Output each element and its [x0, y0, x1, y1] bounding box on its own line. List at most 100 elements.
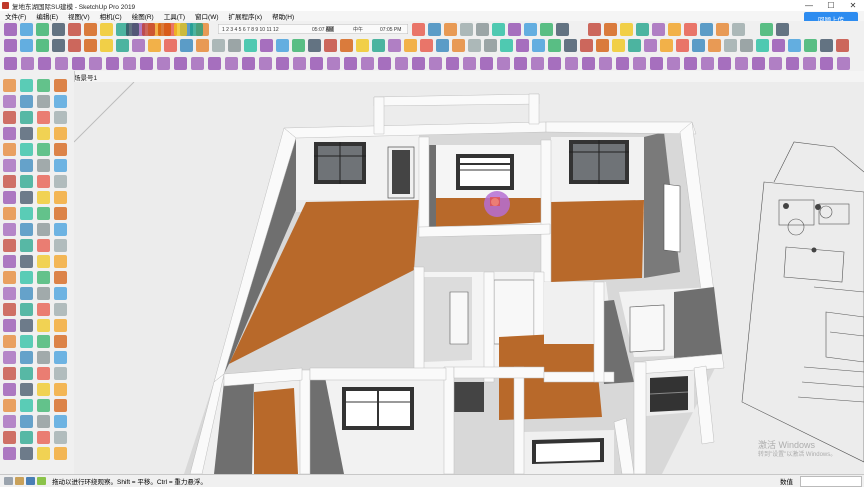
shadow-slider-bar[interactable]: 1 2 3 4 5 6 7 8 9 10 11 12 05:07 AM 中午 0…	[217, 23, 409, 35]
toolbar-tool-icon[interactable]	[476, 23, 489, 36]
left-tool-icon[interactable]	[20, 367, 33, 380]
toolbar-tool-icon[interactable]	[340, 39, 353, 52]
left-tool-icon[interactable]	[37, 127, 50, 140]
left-tool-icon[interactable]	[54, 127, 67, 140]
toolbar-tool-icon[interactable]	[404, 39, 417, 52]
left-tool-icon[interactable]	[3, 447, 16, 460]
toolbar-tool-icon[interactable]	[361, 57, 374, 70]
toolbar-tool-icon[interactable]	[752, 57, 765, 70]
left-tool-icon[interactable]	[54, 143, 67, 156]
toolbar-tool-icon[interactable]	[420, 39, 433, 52]
model-viewport[interactable]	[74, 82, 864, 474]
toolbar-tool-icon[interactable]	[356, 39, 369, 52]
toolbar-tool-icon[interactable]	[804, 39, 817, 52]
toolbar-tool-icon[interactable]	[20, 23, 33, 36]
toolbar-tool-icon[interactable]	[620, 23, 633, 36]
left-tool-icon[interactable]	[54, 223, 67, 236]
floor-plan-3d-model[interactable]	[74, 82, 864, 474]
toolbar-tool-icon[interactable]	[276, 57, 289, 70]
left-tool-icon[interactable]	[54, 207, 67, 220]
toolbar-tool-icon[interactable]	[463, 57, 476, 70]
close-button[interactable]: ✕	[842, 0, 864, 11]
left-tool-icon[interactable]	[3, 335, 16, 348]
left-tool-icon[interactable]	[20, 239, 33, 252]
left-tool-icon[interactable]	[20, 191, 33, 204]
toolbar-tool-icon[interactable]	[492, 23, 505, 36]
toolbar-tool-icon[interactable]	[242, 57, 255, 70]
left-tool-icon[interactable]	[37, 159, 50, 172]
toolbar-tool-icon[interactable]	[244, 39, 257, 52]
left-tool-icon[interactable]	[3, 399, 16, 412]
toolbar-tool-icon[interactable]	[684, 23, 697, 36]
toolbar-tool-icon[interactable]	[500, 39, 513, 52]
left-tool-icon[interactable]	[37, 239, 50, 252]
toolbar-tool-icon[interactable]	[676, 39, 689, 52]
toolbar-tool-icon[interactable]	[633, 57, 646, 70]
toolbar-tool-icon[interactable]	[444, 23, 457, 36]
toolbar-tool-icon[interactable]	[484, 39, 497, 52]
user-account-icon[interactable]	[26, 477, 35, 485]
toolbar-tool-icon[interactable]	[701, 57, 714, 70]
left-tool-icon[interactable]	[20, 447, 33, 460]
toolbar-tool-icon[interactable]	[157, 57, 170, 70]
toolbar-tool-icon[interactable]	[158, 23, 171, 36]
toolbar-tool-icon[interactable]	[68, 23, 81, 36]
toolbar-tool-icon[interactable]	[4, 39, 17, 52]
toolbar-tool-icon[interactable]	[667, 57, 680, 70]
toolbar-tool-icon[interactable]	[228, 39, 241, 52]
toolbar-tool-icon[interactable]	[142, 23, 155, 36]
left-tool-icon[interactable]	[3, 111, 16, 124]
left-tool-icon[interactable]	[3, 303, 16, 316]
toolbar-tool-icon[interactable]	[428, 23, 441, 36]
toolbar-tool-icon[interactable]	[636, 23, 649, 36]
toolbar-tool-icon[interactable]	[89, 57, 102, 70]
left-tool-icon[interactable]	[3, 431, 16, 444]
left-tool-icon[interactable]	[3, 319, 16, 332]
toolbar-tool-icon[interactable]	[123, 57, 136, 70]
toolbar-tool-icon[interactable]	[588, 23, 601, 36]
toolbar-tool-icon[interactable]	[599, 57, 612, 70]
left-tool-icon[interactable]	[37, 367, 50, 380]
toolbar-tool-icon[interactable]	[446, 57, 459, 70]
toolbar-tool-icon[interactable]	[412, 57, 425, 70]
left-tool-icon[interactable]	[37, 271, 50, 284]
left-tool-icon[interactable]	[54, 255, 67, 268]
left-tool-icon[interactable]	[20, 223, 33, 236]
toolbar-tool-icon[interactable]	[788, 39, 801, 52]
measurements-input[interactable]	[800, 476, 862, 487]
toolbar-tool-icon[interactable]	[836, 39, 849, 52]
left-tool-icon[interactable]	[54, 335, 67, 348]
toolbar-tool-icon[interactable]	[612, 39, 625, 52]
menu-window[interactable]: 窗口(W)	[190, 11, 223, 21]
toolbar-tool-icon[interactable]	[174, 23, 187, 36]
toolbar-tool-icon[interactable]	[412, 23, 425, 36]
toolbar-tool-icon[interactable]	[148, 39, 161, 52]
toolbar-tool-icon[interactable]	[735, 57, 748, 70]
toolbar-tool-icon[interactable]	[84, 39, 97, 52]
left-tool-icon[interactable]	[37, 383, 50, 396]
left-tool-icon[interactable]	[3, 159, 16, 172]
left-tool-icon[interactable]	[3, 415, 16, 428]
left-tool-icon[interactable]	[3, 79, 16, 92]
left-tool-icon[interactable]	[54, 159, 67, 172]
toolbar-tool-icon[interactable]	[259, 57, 272, 70]
toolbar-tool-icon[interactable]	[516, 39, 529, 52]
toolbar-tool-icon[interactable]	[556, 23, 569, 36]
toolbar-tool-icon[interactable]	[208, 57, 221, 70]
left-tool-icon[interactable]	[3, 367, 16, 380]
sketchup-app-icon[interactable]	[2, 2, 9, 9]
left-tool-icon[interactable]	[37, 111, 50, 124]
toolbar-tool-icon[interactable]	[565, 57, 578, 70]
toolbar-tool-icon[interactable]	[460, 23, 473, 36]
toolbar-tool-icon[interactable]	[756, 39, 769, 52]
left-tool-icon[interactable]	[37, 415, 50, 428]
left-tool-icon[interactable]	[54, 399, 67, 412]
toolbar-tool-icon[interactable]	[180, 39, 193, 52]
toolbar-tool-icon[interactable]	[140, 57, 153, 70]
left-tool-icon[interactable]	[20, 79, 33, 92]
toolbar-tool-icon[interactable]	[803, 57, 816, 70]
left-tool-icon[interactable]	[37, 255, 50, 268]
toolbar-tool-icon[interactable]	[429, 57, 442, 70]
left-tool-icon[interactable]	[20, 111, 33, 124]
toolbar-tool-icon[interactable]	[684, 57, 697, 70]
